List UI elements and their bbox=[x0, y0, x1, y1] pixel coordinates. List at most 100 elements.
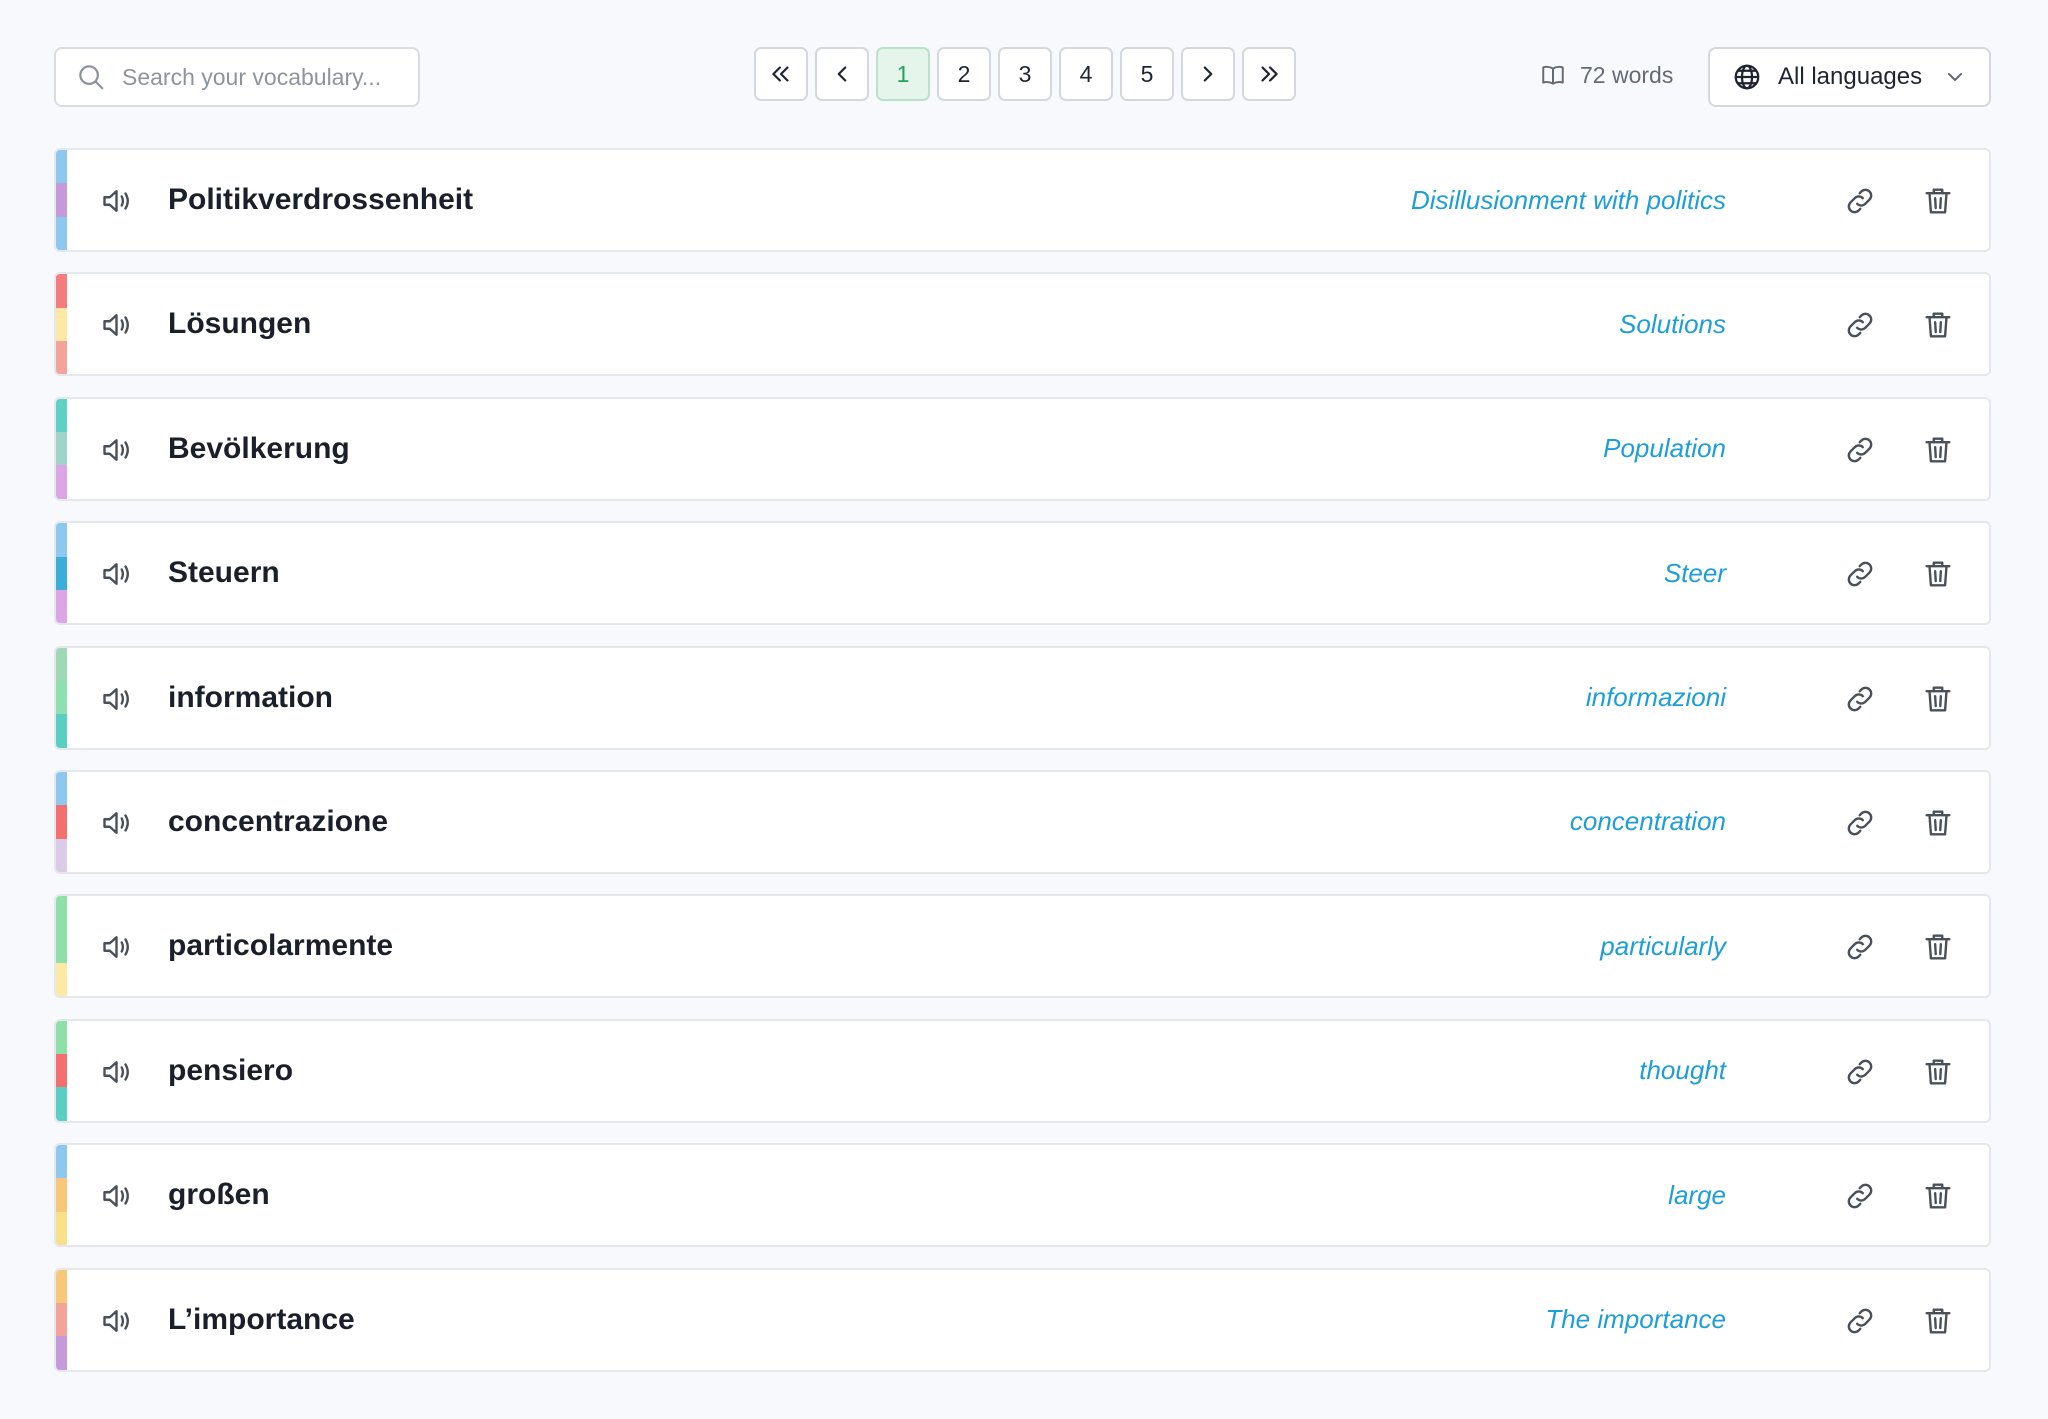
globe-icon bbox=[1734, 64, 1760, 90]
play-audio-button[interactable] bbox=[100, 307, 136, 343]
stripe-segment bbox=[56, 647, 67, 681]
speaker-icon bbox=[103, 1185, 129, 1208]
trash-icon bbox=[1925, 312, 1951, 338]
speaker-icon bbox=[103, 314, 129, 337]
trash-icon bbox=[1925, 188, 1951, 214]
link-button[interactable] bbox=[1843, 433, 1879, 469]
play-audio-button[interactable] bbox=[100, 929, 136, 965]
speaker-icon bbox=[103, 936, 129, 959]
search-input[interactable] bbox=[122, 63, 412, 91]
play-audio-button[interactable] bbox=[100, 805, 136, 841]
last-page-button[interactable] bbox=[1242, 47, 1296, 101]
vocab-translation[interactable]: thought bbox=[1639, 1055, 1726, 1086]
trash-icon bbox=[1925, 1307, 1951, 1334]
chevrons-left-icon bbox=[772, 66, 789, 82]
vocab-row: Steuern Steer bbox=[54, 521, 1991, 626]
page-5-button[interactable]: 5 bbox=[1120, 47, 1174, 101]
prev-page-button[interactable] bbox=[815, 47, 869, 101]
trash-icon bbox=[1925, 934, 1951, 960]
delete-button[interactable] bbox=[1921, 433, 1957, 469]
stripe-segment bbox=[56, 307, 67, 342]
play-audio-button[interactable] bbox=[100, 681, 136, 717]
vocab-translation[interactable]: Steer bbox=[1664, 558, 1726, 589]
trash-icon bbox=[1925, 810, 1951, 836]
play-audio-button[interactable] bbox=[100, 1054, 136, 1090]
stripe-segment bbox=[56, 838, 67, 872]
language-color-stripe bbox=[56, 523, 67, 624]
link-icon bbox=[1847, 188, 1873, 214]
delete-button[interactable] bbox=[1921, 1055, 1957, 1091]
vocab-row: L’importance The importance bbox=[54, 1267, 1991, 1372]
search-box[interactable] bbox=[54, 47, 420, 107]
vocab-word: Lösungen bbox=[168, 307, 312, 341]
language-color-stripe bbox=[56, 771, 67, 872]
page-1-button[interactable]: 1 bbox=[876, 47, 930, 101]
vocab-row: großen large bbox=[54, 1143, 1991, 1248]
pagination: 1 2 3 4 5 bbox=[754, 47, 1296, 103]
language-color-stripe bbox=[56, 398, 67, 499]
vocab-translation[interactable]: informazioni bbox=[1586, 682, 1726, 713]
delete-button[interactable] bbox=[1921, 1304, 1957, 1340]
delete-button[interactable] bbox=[1921, 1179, 1957, 1215]
chevron-down-icon bbox=[1948, 73, 1962, 81]
vocab-translation[interactable]: large bbox=[1668, 1180, 1726, 1211]
vocab-translation[interactable]: Solutions bbox=[1619, 309, 1726, 340]
stripe-segment bbox=[56, 1087, 67, 1121]
language-color-stripe bbox=[56, 896, 67, 997]
link-button[interactable] bbox=[1843, 1179, 1879, 1215]
toolbar: 1 2 3 4 5 72 words All languages bbox=[54, 47, 1991, 107]
language-color-stripe bbox=[56, 150, 67, 250]
vocab-translation[interactable]: particularly bbox=[1600, 931, 1726, 962]
link-button[interactable] bbox=[1843, 557, 1879, 593]
play-audio-button[interactable] bbox=[100, 183, 136, 219]
link-icon bbox=[1847, 1059, 1873, 1085]
stripe-segment bbox=[56, 589, 67, 624]
delete-button[interactable] bbox=[1921, 930, 1957, 966]
vocab-row: Politikverdrossenheit Disillusionment wi… bbox=[54, 148, 1991, 252]
vocab-word: concentrazione bbox=[168, 804, 389, 838]
stripe-segment bbox=[56, 1211, 67, 1246]
stripe-segment bbox=[56, 1145, 67, 1179]
stripe-segment bbox=[56, 929, 67, 963]
link-button[interactable] bbox=[1843, 184, 1879, 220]
vocab-row: Lösungen Solutions bbox=[54, 272, 1991, 377]
link-button[interactable] bbox=[1843, 1304, 1879, 1340]
link-button[interactable] bbox=[1843, 1055, 1879, 1091]
delete-button[interactable] bbox=[1921, 806, 1957, 842]
vocab-row: information informazioni bbox=[54, 645, 1991, 750]
link-button[interactable] bbox=[1843, 806, 1879, 842]
play-audio-button[interactable] bbox=[100, 432, 136, 468]
page-3-button[interactable]: 3 bbox=[998, 47, 1052, 101]
delete-button[interactable] bbox=[1921, 557, 1957, 593]
delete-button[interactable] bbox=[1921, 682, 1957, 718]
play-audio-button[interactable] bbox=[100, 1303, 136, 1339]
stripe-segment bbox=[56, 896, 67, 930]
stripe-segment bbox=[56, 680, 67, 715]
page-2-button[interactable]: 2 bbox=[937, 47, 991, 101]
play-audio-button[interactable] bbox=[100, 1178, 136, 1214]
first-page-button[interactable] bbox=[754, 47, 808, 101]
link-button[interactable] bbox=[1843, 930, 1879, 966]
trash-icon bbox=[1925, 1059, 1951, 1085]
stripe-segment bbox=[56, 341, 67, 375]
language-color-stripe bbox=[56, 1020, 67, 1121]
delete-button[interactable] bbox=[1921, 184, 1957, 220]
link-button[interactable] bbox=[1843, 308, 1879, 344]
vocab-translation[interactable]: Disillusionment with politics bbox=[1411, 185, 1726, 216]
vocab-word: Bevölkerung bbox=[168, 431, 350, 465]
stripe-segment bbox=[56, 805, 67, 839]
link-button[interactable] bbox=[1843, 682, 1879, 718]
language-select[interactable]: All languages bbox=[1708, 47, 1991, 107]
trash-icon bbox=[1925, 686, 1951, 712]
vocab-word: L’importance bbox=[168, 1302, 355, 1336]
trash-icon bbox=[1925, 1183, 1951, 1209]
play-audio-button[interactable] bbox=[100, 556, 136, 592]
link-icon bbox=[1847, 561, 1873, 587]
delete-button[interactable] bbox=[1921, 308, 1957, 344]
page-4-button[interactable]: 4 bbox=[1059, 47, 1113, 101]
link-icon bbox=[1847, 810, 1873, 836]
next-page-button[interactable] bbox=[1181, 47, 1235, 101]
vocab-translation[interactable]: Population bbox=[1603, 433, 1726, 464]
vocab-translation[interactable]: The importance bbox=[1545, 1304, 1726, 1335]
vocab-translation[interactable]: concentration bbox=[1570, 806, 1726, 837]
